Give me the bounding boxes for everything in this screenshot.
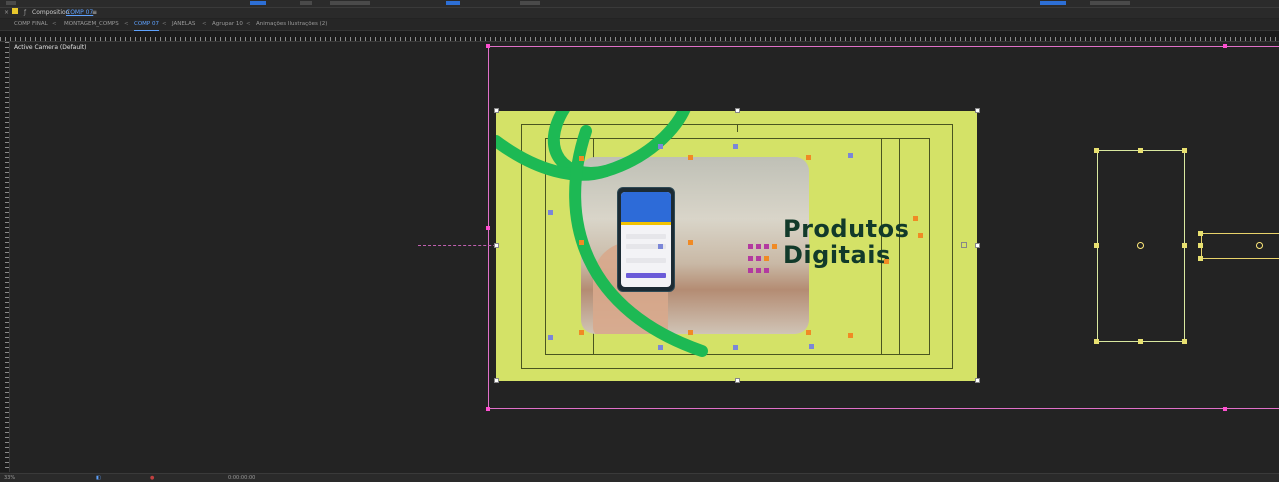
composition-tabs: COMP FINAL < MONTAGEM_COMPS < COMP 07 < … bbox=[0, 19, 1279, 31]
tab-janelas[interactable]: JANELAS bbox=[172, 19, 195, 30]
headline-text[interactable]: Produtos Digitais bbox=[783, 216, 909, 268]
layer-marker[interactable] bbox=[688, 330, 693, 335]
layer-marker[interactable] bbox=[579, 240, 584, 245]
layer-marker[interactable] bbox=[913, 216, 918, 221]
layer-marker[interactable] bbox=[748, 256, 753, 261]
layer-handle[interactable] bbox=[1138, 148, 1143, 153]
selection-handle[interactable] bbox=[735, 108, 740, 113]
layer-marker[interactable] bbox=[748, 268, 753, 273]
layer-handle[interactable] bbox=[1094, 148, 1099, 153]
tab-separator: < bbox=[124, 21, 129, 27]
layer-handle[interactable] bbox=[1182, 243, 1187, 248]
tab-agrupar[interactable]: Agrupar 10 bbox=[212, 19, 243, 30]
layer-marker[interactable] bbox=[748, 244, 753, 249]
layer-handle[interactable] bbox=[1198, 231, 1203, 236]
layer-handle[interactable] bbox=[1182, 148, 1187, 153]
artboard-layer[interactable]: Produtos Digitais bbox=[496, 111, 977, 381]
menu-icon[interactable]: ≡ bbox=[92, 8, 97, 18]
vertical-ruler[interactable] bbox=[0, 42, 10, 472]
active-camera-label: Active Camera (Default) bbox=[14, 44, 87, 51]
layer-marker[interactable] bbox=[733, 345, 738, 350]
close-icon[interactable]: × bbox=[4, 8, 9, 18]
toolbar-segment[interactable] bbox=[300, 1, 312, 5]
layer-marker[interactable] bbox=[579, 156, 584, 161]
selection-handle[interactable] bbox=[494, 378, 499, 383]
comp-corner-handle[interactable] bbox=[486, 44, 490, 48]
headline-line-2: Digitais bbox=[783, 241, 891, 269]
layer-marker[interactable] bbox=[733, 144, 738, 149]
layer-handle[interactable] bbox=[1138, 339, 1143, 344]
composition-panel-header: × ƒ Composition COMP 07 ≡ bbox=[0, 8, 1279, 18]
selection-handle[interactable] bbox=[975, 108, 980, 113]
selection-handle[interactable] bbox=[975, 243, 980, 248]
anchor-point-icon[interactable] bbox=[1256, 242, 1263, 249]
layer-marker[interactable] bbox=[848, 153, 853, 158]
toolbar-segment[interactable] bbox=[330, 1, 370, 5]
layer-handle[interactable] bbox=[1198, 256, 1203, 261]
layer-handle[interactable] bbox=[1182, 339, 1187, 344]
toolbar-segment[interactable] bbox=[520, 1, 540, 5]
comp-edge-handle[interactable] bbox=[486, 226, 490, 230]
layer-marker[interactable] bbox=[809, 344, 814, 349]
horizontal-ruler[interactable] bbox=[0, 31, 1279, 42]
layer-marker[interactable] bbox=[764, 244, 769, 249]
lock-icon[interactable]: ƒ bbox=[24, 8, 26, 18]
tab-montagem-comps[interactable]: MONTAGEM_COMPS bbox=[64, 19, 119, 30]
layer-handle[interactable] bbox=[1094, 243, 1099, 248]
layer-marker[interactable] bbox=[756, 268, 761, 273]
comp-edge-handle[interactable] bbox=[1223, 44, 1227, 48]
layer-marker[interactable] bbox=[764, 256, 769, 261]
layer-marker[interactable] bbox=[548, 335, 553, 340]
layer-marker[interactable] bbox=[688, 240, 693, 245]
tab-separator: < bbox=[202, 21, 207, 27]
secondary-layer-bounds[interactable] bbox=[1201, 233, 1279, 259]
layer-handle[interactable] bbox=[1094, 339, 1099, 344]
layer-marker[interactable] bbox=[806, 155, 811, 160]
selection-handle[interactable] bbox=[975, 378, 980, 383]
selection-handle[interactable] bbox=[494, 108, 499, 113]
layer-marker[interactable] bbox=[806, 330, 811, 335]
layer-marker[interactable] bbox=[658, 345, 663, 350]
tab-separator: < bbox=[162, 21, 167, 27]
layer-marker[interactable] bbox=[548, 210, 553, 215]
tab-separator: < bbox=[52, 21, 57, 27]
headline-line-1: Produtos bbox=[783, 215, 910, 243]
selection-handle[interactable] bbox=[735, 378, 740, 383]
layer-marker[interactable] bbox=[918, 233, 923, 238]
tab-comp-07[interactable]: COMP 07 bbox=[134, 19, 159, 31]
layer-marker[interactable] bbox=[848, 333, 853, 338]
green-arc-bottom bbox=[569, 125, 708, 357]
top-menu-strip bbox=[0, 0, 1279, 8]
toolbar-segment[interactable] bbox=[1090, 1, 1130, 5]
selection-handle[interactable] bbox=[494, 243, 499, 248]
layer-marker[interactable] bbox=[688, 155, 693, 160]
toolbar-segment[interactable] bbox=[6, 1, 16, 5]
toolbar-segment-active[interactable] bbox=[250, 1, 266, 5]
toolbar-segment-active[interactable] bbox=[446, 1, 460, 5]
tab-animacoes[interactable]: Animações Ilustrações (2) bbox=[256, 19, 327, 30]
panel-title-comp-name[interactable]: COMP 07 bbox=[66, 8, 93, 18]
layer-marker[interactable] bbox=[764, 268, 769, 273]
anchor-point-icon[interactable] bbox=[1137, 242, 1144, 249]
comp-corner-handle[interactable] bbox=[486, 407, 490, 411]
layer-marker[interactable] bbox=[772, 244, 777, 249]
layer-marker[interactable] bbox=[658, 144, 663, 149]
layer-marker[interactable] bbox=[884, 259, 889, 264]
layer-marker[interactable] bbox=[579, 330, 584, 335]
layer-marker[interactable] bbox=[756, 256, 761, 261]
tab-comp-final[interactable]: COMP FINAL bbox=[14, 19, 48, 30]
tab-separator: < bbox=[246, 21, 251, 27]
layer-handle[interactable] bbox=[1198, 243, 1203, 248]
motion-path-endpoint[interactable] bbox=[961, 242, 967, 248]
layer-marker[interactable] bbox=[658, 244, 663, 249]
panel-title-prefix: Composition bbox=[32, 9, 70, 16]
composition-icon bbox=[12, 8, 18, 14]
layer-marker[interactable] bbox=[756, 244, 761, 249]
toolbar-segment-active[interactable] bbox=[1040, 1, 1066, 5]
comp-edge-handle[interactable] bbox=[1223, 407, 1227, 411]
